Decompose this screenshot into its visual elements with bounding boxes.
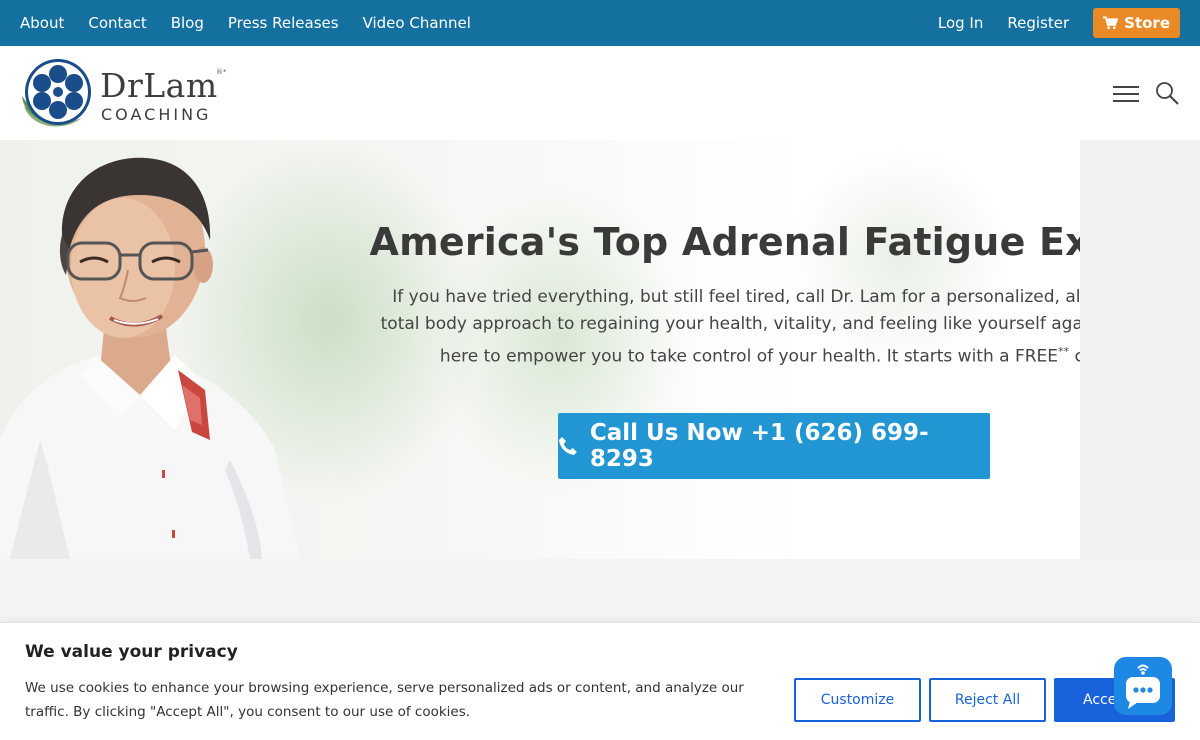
top-nav: About Contact Blog Press Releases Video … <box>20 0 471 46</box>
logo-wordmark: DrLam <box>100 66 218 105</box>
top-bar: About Contact Blog Press Releases Video … <box>0 0 1200 46</box>
account-links: Log In Register Store <box>938 0 1180 46</box>
logo-registered-mark: ®* <box>216 68 227 76</box>
search-icon[interactable] <box>1155 81 1179 105</box>
site-logo[interactable]: DrLam ®* COACHING <box>20 56 240 130</box>
hero-description-text: If you have tried everything, but still … <box>380 287 1080 367</box>
cart-icon <box>1103 16 1119 29</box>
logo-emblem <box>22 59 91 127</box>
nav-blog[interactable]: Blog <box>171 14 204 32</box>
hamburger-menu-icon[interactable] <box>1113 84 1139 104</box>
hero-side-panel <box>1080 140 1200 559</box>
call-now-button[interactable]: Call Us Now +1 (626) 699-8293 <box>558 413 990 479</box>
call-now-label: Call Us Now +1 (626) 699-8293 <box>589 420 929 472</box>
cookie-title: We value your privacy <box>25 642 238 662</box>
dr-lam-portrait <box>0 157 300 559</box>
chat-bubble-icon <box>1126 664 1160 709</box>
store-label: Store <box>1124 14 1170 32</box>
cookie-description: We use cookies to enhance your browsing … <box>25 680 744 720</box>
hero-title: America's Top Adrenal Fatigue Expert <box>369 220 1080 264</box>
register-link[interactable]: Register <box>1007 14 1069 32</box>
nav-contact[interactable]: Contact <box>88 14 146 32</box>
nav-video-channel[interactable]: Video Channel <box>363 14 471 32</box>
site-header: DrLam ®* COACHING <box>0 46 1200 140</box>
store-button[interactable]: Store <box>1093 8 1180 38</box>
login-link[interactable]: Log In <box>938 14 984 32</box>
hero-section: America's Top Adrenal Fatigue Expert If … <box>0 140 1080 559</box>
hero-description-footnote-mark: ** <box>1058 345 1070 358</box>
chat-widget-button[interactable] <box>1114 657 1172 715</box>
nav-about[interactable]: About <box>20 14 64 32</box>
phone-icon <box>558 437 577 455</box>
customize-button[interactable]: Customize <box>794 678 921 722</box>
nav-press-releases[interactable]: Press Releases <box>228 14 339 32</box>
hero-description-end: call. <box>1074 346 1080 367</box>
cookie-consent-banner: We value your privacy We use cookies to … <box>0 622 1200 740</box>
logo-subtitle: COACHING <box>101 105 212 124</box>
reject-all-button[interactable]: Reject All <box>929 678 1046 722</box>
hero-description: If you have tried everything, but still … <box>372 284 1080 371</box>
